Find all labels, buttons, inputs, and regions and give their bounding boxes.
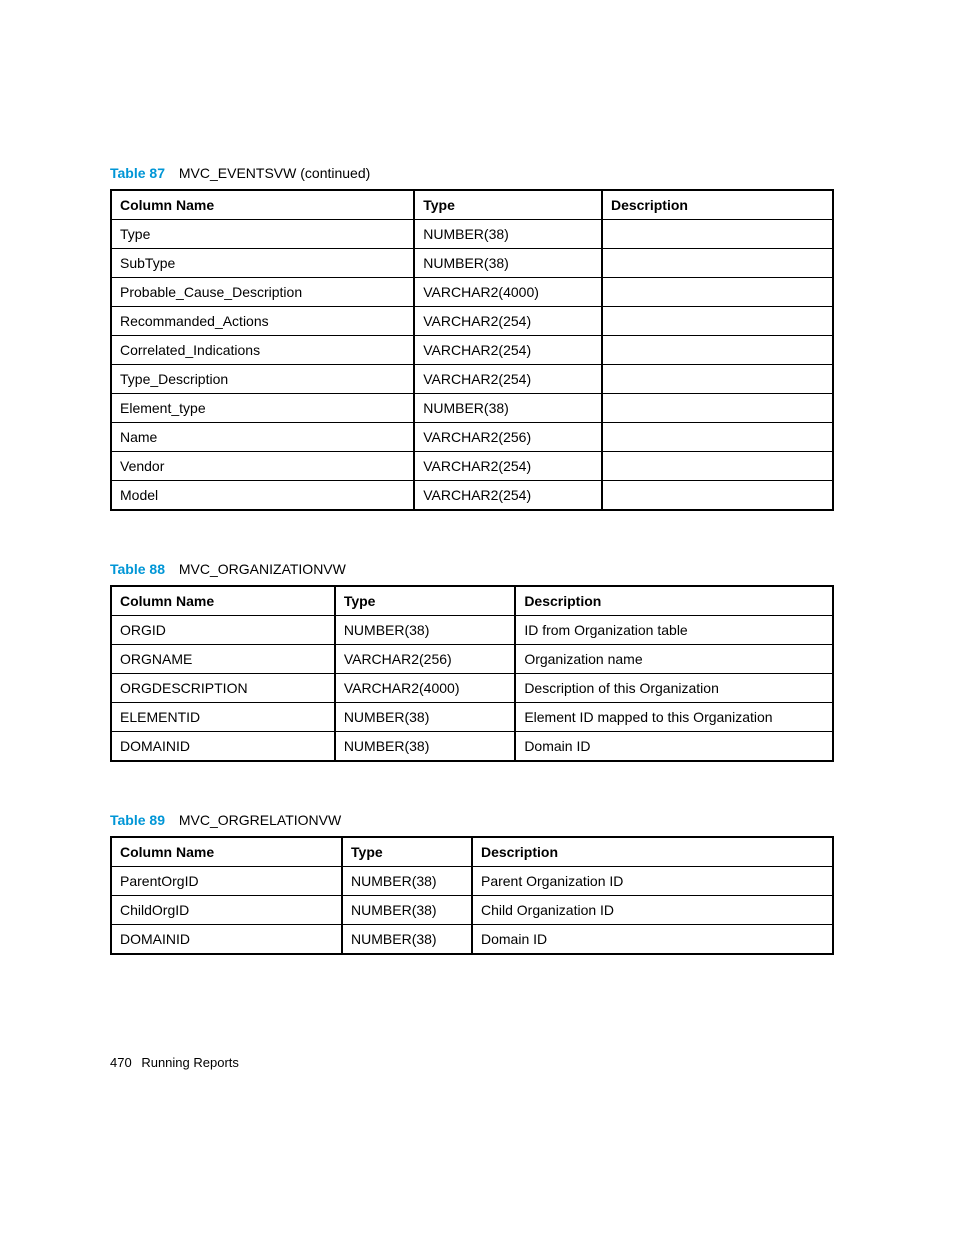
cell: Correlated_Indications [111, 336, 414, 365]
col-header: Type [342, 837, 472, 867]
table-row: VendorVARCHAR2(254) [111, 452, 833, 481]
cell [602, 394, 833, 423]
table-row: Recommanded_ActionsVARCHAR2(254) [111, 307, 833, 336]
table-mvc-eventsvw: Column Name Type Description TypeNUMBER(… [110, 189, 834, 511]
cell [602, 278, 833, 307]
cell: Element ID mapped to this Organization [515, 703, 833, 732]
cell [602, 249, 833, 278]
cell: NUMBER(38) [414, 394, 602, 423]
table-caption: Table 88 MVC_ORGANIZATIONVW [110, 561, 834, 577]
table-header-row: Column Name Type Description [111, 586, 833, 616]
table-row: DOMAINIDNUMBER(38)Domain ID [111, 925, 833, 955]
table-row: ORGDESCRIPTIONVARCHAR2(4000)Description … [111, 674, 833, 703]
cell [602, 423, 833, 452]
cell: Probable_Cause_Description [111, 278, 414, 307]
cell [602, 220, 833, 249]
table-row: ChildOrgIDNUMBER(38)Child Organization I… [111, 896, 833, 925]
table-row: SubTypeNUMBER(38) [111, 249, 833, 278]
table-row: ORGNAMEVARCHAR2(256)Organization name [111, 645, 833, 674]
cell: Element_type [111, 394, 414, 423]
table-row: TypeNUMBER(38) [111, 220, 833, 249]
table-title: MVC_ORGRELATIONVW [179, 812, 341, 828]
col-header: Type [335, 586, 516, 616]
cell: VARCHAR2(254) [414, 481, 602, 511]
cell: Parent Organization ID [472, 867, 833, 896]
table-row: Probable_Cause_DescriptionVARCHAR2(4000) [111, 278, 833, 307]
table-row: NameVARCHAR2(256) [111, 423, 833, 452]
table-title: MVC_ORGANIZATIONVW [179, 561, 346, 577]
cell: Name [111, 423, 414, 452]
cell: ParentOrgID [111, 867, 342, 896]
cell: VARCHAR2(254) [414, 452, 602, 481]
col-header: Column Name [111, 190, 414, 220]
cell: ORGNAME [111, 645, 335, 674]
cell: NUMBER(38) [342, 867, 472, 896]
cell [602, 336, 833, 365]
cell: VARCHAR2(254) [414, 307, 602, 336]
cell: NUMBER(38) [335, 616, 516, 645]
col-header: Type [414, 190, 602, 220]
table-number: Table 88 [110, 561, 165, 577]
table-caption: Table 87 MVC_EVENTSVW (continued) [110, 165, 834, 181]
table-header-row: Column Name Type Description [111, 837, 833, 867]
table-row: Element_typeNUMBER(38) [111, 394, 833, 423]
cell: NUMBER(38) [342, 896, 472, 925]
cell: Description of this Organization [515, 674, 833, 703]
table-caption: Table 89 MVC_ORGRELATIONVW [110, 812, 834, 828]
cell: VARCHAR2(256) [335, 645, 516, 674]
page-number: 470 [110, 1055, 132, 1070]
table-header-row: Column Name Type Description [111, 190, 833, 220]
cell: NUMBER(38) [414, 220, 602, 249]
cell: Organization name [515, 645, 833, 674]
cell: VARCHAR2(254) [414, 365, 602, 394]
cell: Domain ID [515, 732, 833, 762]
cell: SubType [111, 249, 414, 278]
col-header: Description [472, 837, 833, 867]
col-header: Description [602, 190, 833, 220]
cell: DOMAINID [111, 732, 335, 762]
cell: Type [111, 220, 414, 249]
cell [602, 481, 833, 511]
page-footer: 470 Running Reports [110, 1055, 834, 1070]
cell [602, 365, 833, 394]
cell: NUMBER(38) [335, 732, 516, 762]
table-row: ParentOrgIDNUMBER(38)Parent Organization… [111, 867, 833, 896]
cell: ELEMENTID [111, 703, 335, 732]
table-title: MVC_EVENTSVW (continued) [179, 165, 370, 181]
cell: ID from Organization table [515, 616, 833, 645]
cell: ORGID [111, 616, 335, 645]
table-row: DOMAINIDNUMBER(38)Domain ID [111, 732, 833, 762]
section-title: Running Reports [141, 1055, 239, 1070]
cell: NUMBER(38) [342, 925, 472, 955]
table-row: Type_DescriptionVARCHAR2(254) [111, 365, 833, 394]
cell: ORGDESCRIPTION [111, 674, 335, 703]
cell: VARCHAR2(4000) [335, 674, 516, 703]
col-header: Description [515, 586, 833, 616]
cell: DOMAINID [111, 925, 342, 955]
table-row: ORGIDNUMBER(38)ID from Organization tabl… [111, 616, 833, 645]
col-header: Column Name [111, 586, 335, 616]
table-number: Table 87 [110, 165, 165, 181]
cell: Recommanded_Actions [111, 307, 414, 336]
col-header: Column Name [111, 837, 342, 867]
cell: VARCHAR2(4000) [414, 278, 602, 307]
cell: NUMBER(38) [414, 249, 602, 278]
table-row: ModelVARCHAR2(254) [111, 481, 833, 511]
cell [602, 452, 833, 481]
cell: Model [111, 481, 414, 511]
cell: VARCHAR2(256) [414, 423, 602, 452]
table-mvc-organizationvw: Column Name Type Description ORGIDNUMBER… [110, 585, 834, 762]
table-row: Correlated_IndicationsVARCHAR2(254) [111, 336, 833, 365]
table-row: ELEMENTIDNUMBER(38)Element ID mapped to … [111, 703, 833, 732]
cell: Type_Description [111, 365, 414, 394]
cell [602, 307, 833, 336]
cell: Domain ID [472, 925, 833, 955]
cell: Vendor [111, 452, 414, 481]
cell: NUMBER(38) [335, 703, 516, 732]
table-mvc-orgrelationvw: Column Name Type Description ParentOrgID… [110, 836, 834, 955]
table-number: Table 89 [110, 812, 165, 828]
cell: VARCHAR2(254) [414, 336, 602, 365]
cell: Child Organization ID [472, 896, 833, 925]
cell: ChildOrgID [111, 896, 342, 925]
